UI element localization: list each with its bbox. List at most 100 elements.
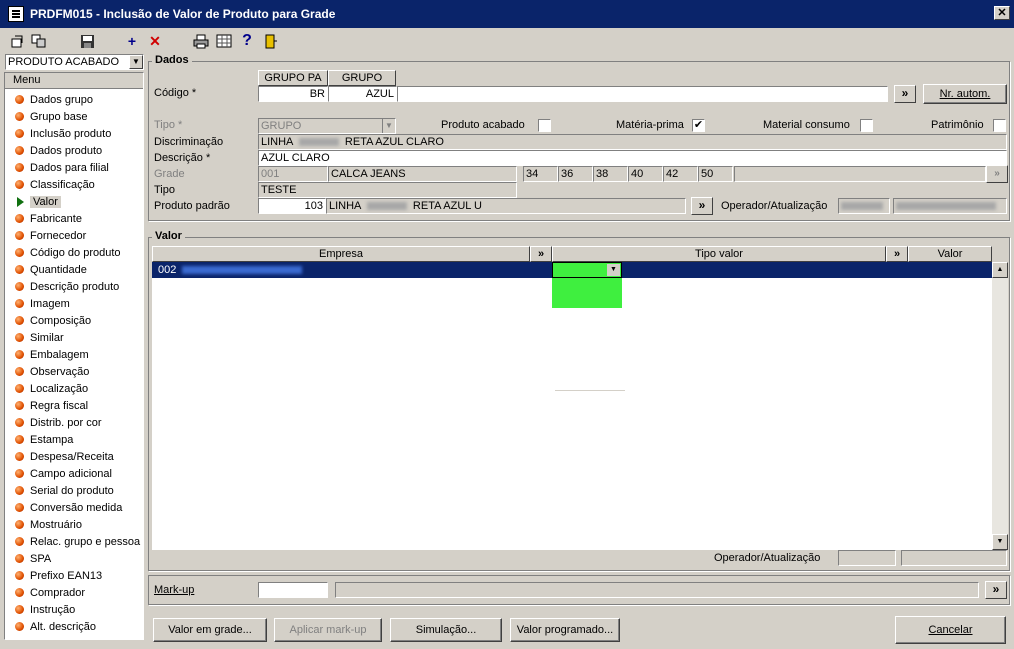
menu-item[interactable]: Fabricante: [5, 210, 143, 227]
menu-item-label: Grupo base: [30, 110, 88, 123]
copy-icon[interactable]: [30, 32, 48, 50]
scroll-down-icon[interactable]: ▼: [992, 534, 1008, 550]
nr-autom-button[interactable]: Nr. autom.: [923, 84, 1007, 104]
col-valor[interactable]: Valor: [908, 246, 992, 262]
produto-acabado-checkbox[interactable]: [538, 119, 551, 132]
materia-prima-checkbox[interactable]: ✔: [692, 119, 705, 132]
valor-title: Valor: [152, 230, 185, 242]
menu-item[interactable]: Dados para filial: [5, 159, 143, 176]
menu-item[interactable]: Dados grupo: [5, 91, 143, 108]
menu-item-label: Comprador: [30, 586, 86, 599]
chevron-down-icon[interactable]: ▼: [607, 264, 620, 276]
patrimonio-checkbox[interactable]: [993, 119, 1006, 132]
markup-label: Mark-up: [154, 584, 195, 596]
menu-item-label: Dados para filial: [30, 161, 109, 174]
grade-size-cell: 42: [663, 166, 698, 182]
close-icon[interactable]: ✕: [994, 6, 1010, 20]
produto-padrao-code-field[interactable]: 103: [258, 198, 326, 214]
redacted-text: [182, 266, 302, 274]
menu-item-label: Inclusão produto: [30, 127, 112, 140]
menu-item[interactable]: Estampa: [5, 431, 143, 448]
grade-size-cell: 50: [698, 166, 733, 182]
valor-scrollbar[interactable]: ▲ ▼: [992, 262, 1008, 550]
bullet-icon: [15, 146, 24, 155]
menu-item[interactable]: Localização: [5, 380, 143, 397]
menu-item[interactable]: Conversão medida: [5, 499, 143, 516]
bullet-icon: [15, 452, 24, 461]
markup-field[interactable]: [258, 582, 328, 598]
menu-item[interactable]: Classificação: [5, 176, 143, 193]
save-icon[interactable]: [78, 32, 96, 50]
menu-item-label: Despesa/Receita: [30, 450, 114, 463]
menu-item[interactable]: Prefixo EAN13: [5, 567, 143, 584]
delete-icon[interactable]: ✕: [146, 32, 164, 50]
menu-item[interactable]: Quantidade: [5, 261, 143, 278]
menu-item[interactable]: Imagem: [5, 295, 143, 312]
codigo-more-button[interactable]: »: [894, 85, 916, 103]
col-tipo-valor-expand[interactable]: »: [886, 246, 908, 262]
codigo-extra-field[interactable]: [397, 86, 888, 102]
menu-item[interactable]: Embalagem: [5, 346, 143, 363]
menu-item[interactable]: Comprador: [5, 584, 143, 601]
col-tipo-valor[interactable]: Tipo valor: [552, 246, 886, 262]
col-empresa[interactable]: Empresa: [152, 246, 530, 262]
menu-item[interactable]: Dados produto: [5, 142, 143, 159]
menu-item[interactable]: Similar: [5, 329, 143, 346]
grid-icon[interactable]: [215, 32, 233, 50]
menu-item[interactable]: Campo adicional: [5, 465, 143, 482]
bullet-icon: [15, 214, 24, 223]
menu-item[interactable]: Observação: [5, 363, 143, 380]
aplicar-markup-button[interactable]: Aplicar mark-up: [274, 618, 382, 642]
scroll-up-icon[interactable]: ▲: [992, 262, 1008, 278]
codigo-col1-field[interactable]: BR: [258, 86, 328, 102]
bullet-icon: [15, 265, 24, 274]
menu-item[interactable]: Valor: [5, 193, 143, 210]
menu-item[interactable]: Distrib. por cor: [5, 414, 143, 431]
add-icon[interactable]: +: [123, 32, 141, 50]
help-icon[interactable]: ?: [238, 32, 256, 50]
descricao-field[interactable]: AZUL CLARO: [258, 150, 1007, 166]
product-type-select[interactable]: PRODUTO ACABADO ▼: [5, 54, 144, 70]
title-bar: PRDFM015 - Inclusão de Valor de Produto …: [0, 0, 1014, 28]
markup-more-button[interactable]: »: [985, 581, 1007, 599]
simulacao-button[interactable]: Simulação...: [390, 618, 502, 642]
select-icon[interactable]: [8, 32, 26, 50]
tipo-select[interactable]: GRUPO ▼: [258, 118, 396, 134]
tipo-valor-dropdown[interactable]: [552, 278, 622, 308]
menu-item[interactable]: SPA: [5, 550, 143, 567]
tipo2-field: TESTE: [258, 182, 517, 198]
menu-item[interactable]: Código do produto: [5, 244, 143, 261]
grade-size-cell: 36: [558, 166, 593, 182]
chevron-down-icon[interactable]: ▼: [129, 55, 143, 69]
menu-item[interactable]: Instrução: [5, 601, 143, 618]
produto-padrao-more-button[interactable]: »: [691, 197, 713, 215]
menu-item[interactable]: Relac. grupo e pessoa: [5, 533, 143, 550]
codigo-col2-field[interactable]: AZUL: [328, 86, 397, 102]
menu-item[interactable]: Grupo base: [5, 108, 143, 125]
menu-item[interactable]: Alt. descrição: [5, 618, 143, 635]
menu-item[interactable]: Fornecedor: [5, 227, 143, 244]
app-icon: [8, 6, 24, 22]
col-empresa-expand[interactable]: »: [530, 246, 552, 262]
valor-programado-button[interactable]: Valor programado...: [510, 618, 620, 642]
menu-item[interactable]: Despesa/Receita: [5, 448, 143, 465]
row-code: 002: [158, 264, 177, 276]
bullet-icon: [15, 588, 24, 597]
discriminacao-label: Discriminação: [154, 136, 224, 148]
menu-item[interactable]: Descrição produto: [5, 278, 143, 295]
tipo-valor-combo[interactable]: ▼: [552, 262, 622, 278]
valor-em-grade-button[interactable]: Valor em grade...: [153, 618, 267, 642]
bullet-icon: [15, 520, 24, 529]
menu-item[interactable]: Serial do produto: [5, 482, 143, 499]
print-icon[interactable]: [192, 32, 210, 50]
window-title: PRDFM015 - Inclusão de Valor de Produto …: [30, 7, 336, 21]
bullet-icon: [15, 435, 24, 444]
material-consumo-checkbox[interactable]: [860, 119, 873, 132]
cancelar-button[interactable]: Cancelar: [895, 616, 1006, 644]
menu-item[interactable]: Composição: [5, 312, 143, 329]
menu-item[interactable]: Mostruário: [5, 516, 143, 533]
menu-item[interactable]: Regra fiscal: [5, 397, 143, 414]
redacted-text: [298, 138, 339, 147]
exit-icon[interactable]: [262, 32, 280, 50]
menu-item[interactable]: Inclusão produto: [5, 125, 143, 142]
